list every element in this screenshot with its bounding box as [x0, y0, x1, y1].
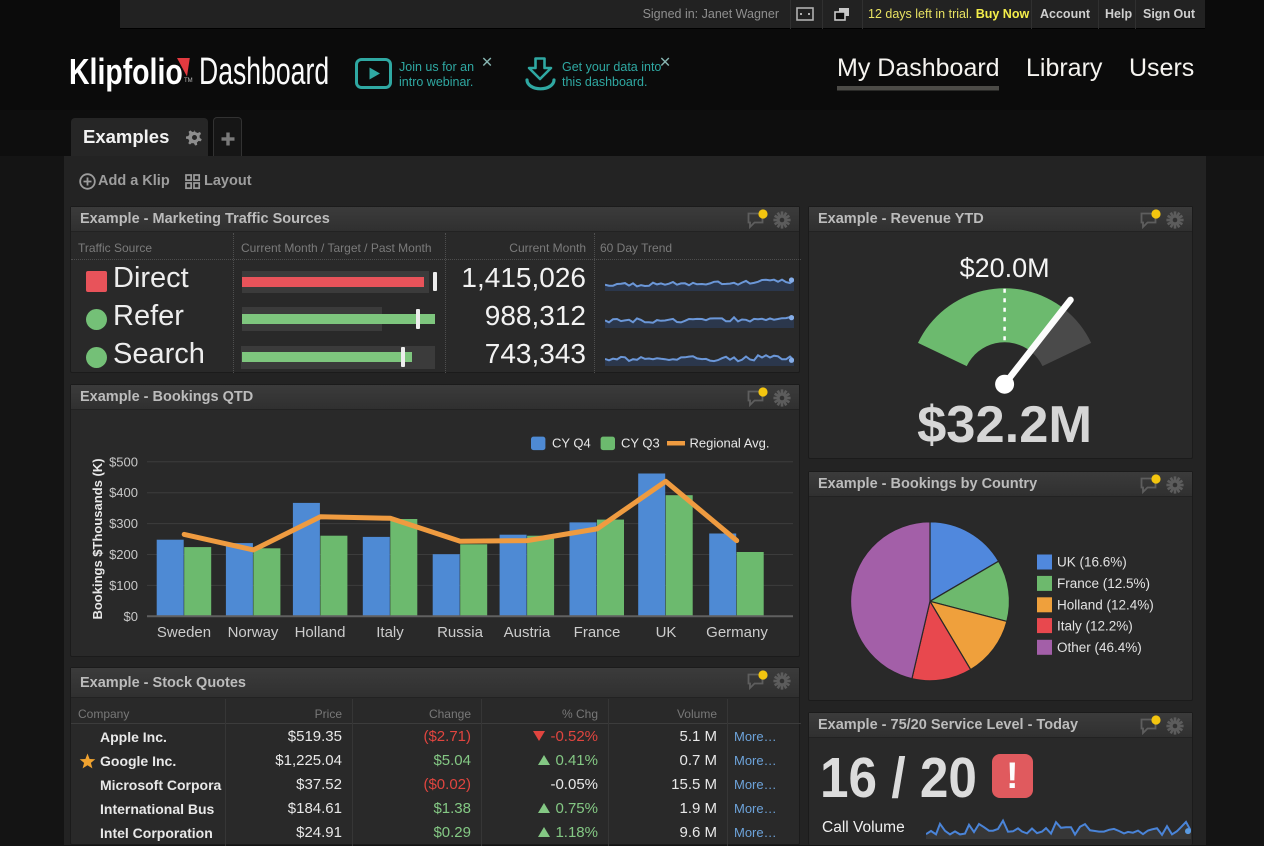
- svg-text:Italy: Italy: [376, 624, 404, 641]
- svg-text:UK: UK: [656, 624, 677, 641]
- svg-text:UK (16.6%): UK (16.6%): [1057, 555, 1127, 570]
- svg-text:Sweden: Sweden: [157, 624, 211, 641]
- svg-text:Germany: Germany: [706, 624, 768, 641]
- svg-text:CY Q4: CY Q4: [552, 436, 591, 451]
- svg-text:Other (46.4%): Other (46.4%): [1057, 640, 1142, 655]
- svg-text:Austria: Austria: [504, 624, 551, 641]
- svg-text:Holland: Holland: [295, 624, 346, 641]
- svg-text:Bookings $Thousands (K): Bookings $Thousands (K): [90, 458, 105, 619]
- svg-text:$20.0M: $20.0M: [960, 253, 1050, 283]
- svg-text:Holland (12.4%): Holland (12.4%): [1057, 598, 1154, 613]
- svg-text:CY Q3: CY Q3: [621, 436, 660, 451]
- svg-text:$32.2M: $32.2M: [917, 396, 1092, 454]
- svg-text:France: France: [574, 624, 621, 641]
- svg-text:Regional Avg.: Regional Avg.: [690, 436, 770, 451]
- svg-text:Italy (12.2%): Italy (12.2%): [1057, 618, 1133, 633]
- svg-text:$100: $100: [109, 578, 138, 593]
- svg-text:France (12.5%): France (12.5%): [1057, 576, 1150, 591]
- svg-text:$0: $0: [124, 609, 138, 624]
- svg-text:$400: $400: [109, 485, 138, 500]
- svg-text:$500: $500: [109, 454, 138, 469]
- svg-text:$300: $300: [109, 516, 138, 531]
- svg-text:Norway: Norway: [228, 624, 279, 641]
- svg-text:Russia: Russia: [437, 624, 484, 641]
- svg-text:$200: $200: [109, 547, 138, 562]
